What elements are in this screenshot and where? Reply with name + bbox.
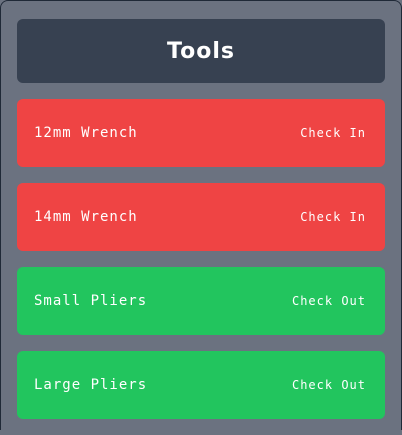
check-in-button[interactable]: Check In (300, 210, 366, 224)
tool-name: Large Pliers (34, 377, 148, 393)
check-out-button[interactable]: Check Out (292, 294, 366, 308)
check-out-button[interactable]: Check Out (292, 378, 366, 392)
tool-item[interactable]: Large Pliers Check Out (17, 351, 385, 419)
tool-name: Small Pliers (34, 293, 148, 309)
header-panel: Tools (17, 19, 385, 83)
tool-name: 14mm Wrench (34, 209, 138, 225)
tool-item[interactable]: Small Pliers Check Out (17, 267, 385, 335)
tool-list: 12mm Wrench Check In 14mm Wrench Check I… (17, 99, 385, 435)
check-in-button[interactable]: Check In (300, 126, 366, 140)
tool-item[interactable]: 12mm Wrench Check In (17, 99, 385, 167)
tool-name: 12mm Wrench (34, 125, 138, 141)
tool-item[interactable]: 14mm Wrench Check In (17, 183, 385, 251)
app-window: Tools 12mm Wrench Check In 14mm Wrench C… (0, 0, 402, 430)
page-title: Tools (167, 38, 235, 64)
